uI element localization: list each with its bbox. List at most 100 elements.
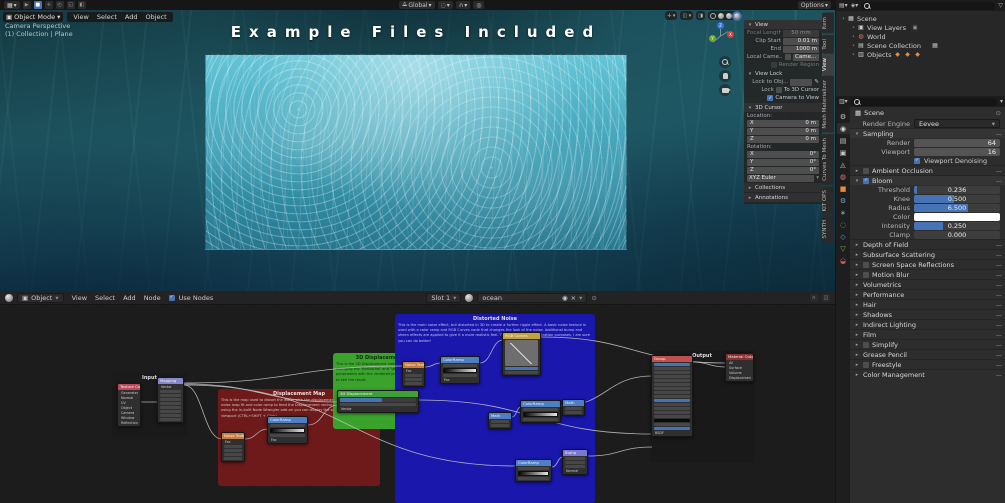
properties-editor[interactable]: ▥▾ ▾ ⚙ ◉ ▤ ▣ ◬ ◍ ■ ⚙ ∗ ◌ ◇ ▽ ◒ ▦ Scene ⊙ Render Engi… [836, 96, 1005, 503]
local-camera-checkbox[interactable] [785, 54, 791, 60]
zoom-tool-button[interactable] [719, 56, 731, 68]
overlays-toggle[interactable]: ◫ ▾ [680, 11, 694, 20]
node-noise-texture-1[interactable]: Noise TextureFac [221, 432, 245, 462]
section-film[interactable]: ▸ Film — [850, 329, 1005, 339]
properties-editor-icon[interactable]: ▥▾ [839, 98, 848, 105]
cursor-panel-header[interactable]: ▾ 3D Cursor [744, 103, 822, 112]
clip-start-field[interactable]: 0.01 m [783, 37, 819, 45]
slot-dropdown[interactable]: Slot 1 ▾ [426, 292, 462, 303]
bloom-radius-slider[interactable]: 6.500 [914, 203, 1000, 212]
properties-options-icon[interactable]: ▾ [1000, 98, 1003, 105]
object-icon[interactable]: ◆ [904, 51, 912, 58]
shader-type-dropdown[interactable]: ▣ Object ▾ [17, 292, 64, 303]
pan-tool-button[interactable] [719, 70, 731, 82]
axis-z[interactable]: Z [717, 22, 724, 29]
viewport-field[interactable]: 16 [914, 147, 1000, 156]
editor-shader-icon[interactable] [5, 293, 13, 302]
viewport-denoising-checkbox[interactable]: ✓ [914, 157, 920, 164]
bloom-color-swatch[interactable] [914, 212, 1000, 221]
node-group-ocean-shader[interactable]: Group BSDF [651, 355, 693, 437]
tab-scene[interactable]: ◬ [837, 159, 850, 170]
transform-pivot-dropdown[interactable]: ◌ ▾ [437, 1, 453, 9]
tool-move-icon[interactable]: ✛ [44, 1, 53, 9]
bloom-knee-slider[interactable]: 0.500 [914, 194, 1000, 203]
render-engine-dropdown[interactable]: Eevee ▾ [914, 119, 1000, 128]
node-header[interactable]: ColorRamp [516, 460, 551, 466]
tab-tool[interactable]: ⚙ [837, 111, 850, 122]
use-nodes-checkbox[interactable]: ✓ [168, 294, 175, 301]
npanel-tab-curves-to-mesh[interactable]: Curves To Mesh [822, 133, 834, 185]
options-dropdown[interactable]: Options ▾ [797, 1, 831, 9]
node-bump[interactable]: Bump Normal [562, 449, 588, 475]
bloom-clamp-slider[interactable]: 0.000 [914, 230, 1000, 239]
node-menu-select[interactable]: Select [91, 294, 119, 302]
gizmo-toggle[interactable]: ✛ ▾ [665, 11, 678, 20]
menu-view[interactable]: View [69, 13, 92, 21]
section-indirect-lighting[interactable]: ▸ Indirect Lighting — [850, 319, 1005, 329]
section-color-management[interactable]: ▸ Color Management — [850, 369, 1005, 379]
node-header[interactable]: Math [563, 400, 584, 406]
section-shadows[interactable]: ▸ Shadows — [850, 309, 1005, 319]
node-noise-texture-2[interactable]: Noise TextureFac [402, 361, 425, 387]
tool-rotate-icon[interactable]: ◴ [55, 1, 64, 9]
tool-cursor-icon[interactable]: ▶ [22, 1, 31, 9]
material-name-field[interactable]: ocean ◉ × ▾ [477, 292, 588, 303]
section-hair[interactable]: ▸ Hair — [850, 299, 1005, 309]
properties-search-input[interactable] [850, 97, 997, 106]
section-simplify[interactable]: ▸ Simplify — [850, 339, 1005, 349]
local-camera-field[interactable]: Came... × [793, 53, 819, 61]
menu-select[interactable]: Select [93, 13, 121, 21]
node-header[interactable]: Texture Coordinate [118, 384, 140, 390]
tool-select-icon[interactable]: ■ [33, 1, 42, 9]
node-mapping[interactable]: Mapping Vector [157, 377, 184, 423]
node-header[interactable]: ColorRamp [268, 417, 307, 423]
menu-object[interactable]: Object [141, 13, 170, 21]
render-region-checkbox[interactable] [770, 62, 777, 68]
section-checkbox[interactable] [863, 261, 869, 268]
node-header[interactable]: Material Output [726, 354, 753, 360]
exclude-toggle[interactable]: ▣ [910, 23, 919, 32]
camera-view-button[interactable] [719, 84, 731, 96]
node-header[interactable]: Group [652, 356, 692, 362]
snap-toggle[interactable]: ∩ ▾ [455, 1, 471, 9]
outliner-funnel-icon[interactable]: ▽ [998, 2, 1003, 9]
npanel-tab-view[interactable]: View [822, 54, 834, 76]
node-header[interactable]: ColorRamp [441, 357, 479, 363]
npanel-tab-synth[interactable]: SYNTH [822, 216, 834, 243]
cursor-rotation-x-field[interactable]: X 0° [747, 150, 819, 158]
cursor-rotation-z-field[interactable]: Z 0° [747, 166, 819, 174]
mode-dropdown[interactable]: ▣ Object Mode ▾ [3, 12, 64, 22]
npanel-tab-item[interactable]: Item [822, 13, 834, 34]
node-header[interactable]: Mapping [158, 378, 183, 384]
rotation-mode-dropdown[interactable]: XYZ Euler [747, 174, 815, 182]
node-header[interactable]: Noise Texture [222, 433, 244, 439]
tool-transform-icon[interactable]: ◧ [77, 1, 86, 9]
outliner-row-world[interactable]: • ◍ World [838, 32, 1004, 41]
axis-negz[interactable] [715, 42, 720, 47]
eyedropper-icon[interactable]: ✎ [814, 79, 819, 85]
tab-object[interactable]: ■ [837, 183, 850, 194]
axis-y[interactable]: Y [709, 35, 716, 42]
node-colorramp-1[interactable]: ColorRamp Fac [267, 416, 308, 444]
section-freestyle[interactable]: ▸ Freestyle — [850, 359, 1005, 369]
node-menu-view[interactable]: View [68, 294, 91, 302]
node-colorramp-2[interactable]: ColorRamp Fac [440, 356, 480, 384]
render-field[interactable]: 64 [914, 138, 1000, 147]
panel-header-collections[interactable]: ▸ Collections [744, 183, 822, 192]
object-icon[interactable]: ◆ [894, 51, 902, 58]
axis-x[interactable]: X [727, 31, 734, 38]
camera-to-view-checkbox[interactable]: ✓ [767, 95, 774, 101]
cursor-location-x-field[interactable]: X0 m [747, 119, 819, 127]
outliner-editor[interactable]: ▤▾ ◈▾ ▽ • ▦ Scene • ▣ View Layers ▣ • ◍ World • ▤ Sc… [836, 0, 1005, 96]
outliner-editor-icon[interactable]: ▤▾ [839, 2, 848, 9]
material-browse-icon[interactable] [465, 293, 474, 302]
node-colorramp-3[interactable]: ColorRamp [520, 400, 561, 423]
node-header[interactable]: 3D Displacement [338, 391, 418, 397]
bloom-threshold-slider[interactable]: 0.236 [914, 185, 1000, 194]
npanel-tab-tool[interactable]: Tool [822, 34, 834, 54]
unlink-icon[interactable]: × [571, 294, 576, 302]
outliner-row-scene-collection[interactable]: • ▤ Scene Collection ▦ [838, 41, 1004, 50]
fake-user-icon[interactable]: ◉ [562, 294, 568, 302]
tab-view-layer[interactable]: ▣ [837, 147, 850, 158]
proportional-edit-toggle[interactable]: ◎ [473, 1, 485, 9]
